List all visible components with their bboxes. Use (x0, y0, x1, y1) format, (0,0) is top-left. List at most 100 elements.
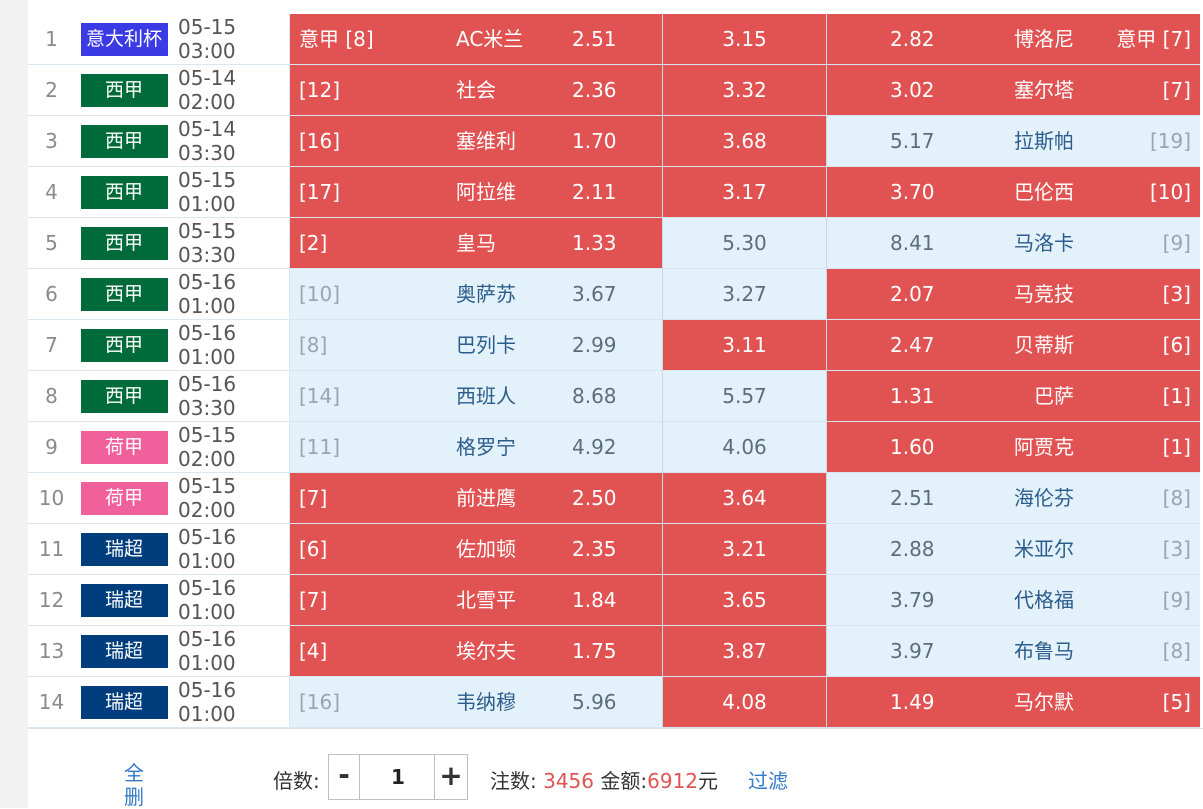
home-win-option[interactable]: [7] 北雪平 1.84 (290, 575, 663, 626)
league-badge[interactable]: 西甲 (80, 379, 168, 413)
home-team: 佐加顿 (456, 537, 516, 561)
league-cell: 西甲 (75, 65, 173, 116)
home-rank: [4] (299, 639, 328, 663)
away-team: 塞尔塔 (1014, 78, 1074, 102)
draw-option[interactable]: 3.15 (663, 14, 827, 65)
row-index: 10 (28, 473, 75, 524)
league-cell: 西甲 (75, 116, 173, 167)
league-badge[interactable]: 瑞超 (80, 634, 168, 668)
row-index: 3 (28, 116, 75, 167)
amount-value: 6912 (647, 769, 699, 793)
away-rank: [19] (1149, 129, 1191, 153)
match-row: 6 西甲 05-16 01:00 [10] 奥萨苏 3.67 3.27 2.07 马竞技 [3] (28, 269, 1203, 320)
league-badge[interactable]: 瑞超 (80, 583, 168, 617)
league-badge[interactable]: 西甲 (80, 328, 168, 362)
draw-option[interactable]: 4.06 (663, 422, 827, 473)
home-win-option[interactable]: [16] 韦纳穆 5.96 (290, 677, 663, 728)
draw-option[interactable]: 3.11 (663, 320, 827, 371)
away-rank: 意甲 [7] (1116, 27, 1191, 51)
delete-all-button[interactable]: 全删 (120, 761, 148, 809)
home-win-option[interactable]: [14] 西班人 8.68 (290, 371, 663, 422)
away-rank: [9] (1162, 231, 1191, 255)
home-win-option[interactable]: [6] 佐加顿 2.35 (290, 524, 663, 575)
league-badge[interactable]: 西甲 (80, 277, 168, 311)
away-team: 巴伦西 (1014, 180, 1074, 204)
away-win-option[interactable]: 2.82 博洛尼 意甲 [7] (827, 14, 1200, 65)
away-win-option[interactable]: 2.07 马竞技 [3] (827, 269, 1200, 320)
row-index: 11 (28, 524, 75, 575)
match-time: 05-16 01:00 (173, 626, 290, 677)
away-team: 马洛卡 (1014, 231, 1074, 255)
home-win-option[interactable]: [17] 阿拉维 2.11 (290, 167, 663, 218)
home-team: 韦纳穆 (456, 690, 516, 714)
away-win-option[interactable]: 3.79 代格福 [9] (827, 575, 1200, 626)
league-badge[interactable]: 荷甲 (80, 430, 168, 464)
away-win-option[interactable]: 1.31 巴萨 [1] (827, 371, 1200, 422)
home-win-option[interactable]: [11] 格罗宁 4.92 (290, 422, 663, 473)
away-win-option[interactable]: 2.47 贝蒂斯 [6] (827, 320, 1200, 371)
match-time: 05-16 03:30 (173, 371, 290, 422)
home-odds: 2.35 (572, 537, 617, 561)
away-team: 巴萨 (1034, 384, 1074, 408)
match-row: 7 西甲 05-16 01:00 [8] 巴列卡 2.99 3.11 2.47 贝蒂斯 [6] (28, 320, 1203, 371)
draw-option[interactable]: 5.30 (663, 218, 827, 269)
away-win-option[interactable]: 3.02 塞尔塔 [7] (827, 65, 1200, 116)
increment-button[interactable]: + (434, 755, 467, 799)
home-team: 格罗宁 (456, 435, 516, 459)
row-index: 6 (28, 269, 75, 320)
home-win-option[interactable]: 意甲 [8] AC米兰 2.51 (290, 14, 663, 65)
league-badge[interactable]: 西甲 (80, 73, 168, 107)
away-win-option[interactable]: 1.49 马尔默 [5] (827, 677, 1200, 728)
away-win-option[interactable]: 3.97 布鲁马 [8] (827, 626, 1200, 677)
home-rank: [2] (299, 231, 328, 255)
draw-option[interactable]: 5.57 (663, 371, 827, 422)
away-win-option[interactable]: 1.60 阿贾克 [1] (827, 422, 1200, 473)
match-time: 05-14 02:00 (173, 65, 290, 116)
draw-option[interactable]: 3.17 (663, 167, 827, 218)
league-badge[interactable]: 瑞超 (80, 532, 168, 566)
draw-option[interactable]: 3.21 (663, 524, 827, 575)
draw-option[interactable]: 3.64 (663, 473, 827, 524)
home-win-option[interactable]: [8] 巴列卡 2.99 (290, 320, 663, 371)
multiplier-input[interactable] (360, 755, 436, 799)
away-win-option[interactable]: 3.70 巴伦西 [10] (827, 167, 1200, 218)
home-odds: 3.67 (572, 282, 617, 306)
home-win-option[interactable]: [16] 塞维利 1.70 (290, 116, 663, 167)
away-win-option[interactable]: 2.51 海伦芬 [8] (827, 473, 1200, 524)
league-cell: 西甲 (75, 218, 173, 269)
filter-link[interactable]: 过滤 (748, 765, 788, 794)
match-row: 9 荷甲 05-15 02:00 [11] 格罗宁 4.92 4.06 1.60 阿贾克 [1] (28, 422, 1203, 473)
home-win-option[interactable]: [2] 皇马 1.33 (290, 218, 663, 269)
draw-option[interactable]: 3.27 (663, 269, 827, 320)
decrement-button[interactable]: - (329, 755, 360, 799)
away-win-option[interactable]: 8.41 马洛卡 [9] (827, 218, 1200, 269)
away-rank: [8] (1162, 639, 1191, 663)
league-badge[interactable]: 意大利杯 (80, 22, 168, 56)
match-time: 05-15 03:00 (173, 14, 290, 65)
away-win-option[interactable]: 2.88 米亚尔 [3] (827, 524, 1200, 575)
home-team: 塞维利 (456, 129, 516, 153)
away-rank: [7] (1162, 78, 1191, 102)
league-badge[interactable]: 荷甲 (80, 481, 168, 515)
draw-option[interactable]: 3.32 (663, 65, 827, 116)
home-win-option[interactable]: [4] 埃尔夫 1.75 (290, 626, 663, 677)
league-badge[interactable]: 西甲 (80, 124, 168, 158)
draw-option[interactable]: 3.68 (663, 116, 827, 167)
away-odds: 2.07 (890, 282, 935, 306)
league-badge[interactable]: 瑞超 (80, 685, 168, 719)
league-badge[interactable]: 西甲 (80, 226, 168, 260)
league-badge[interactable]: 西甲 (80, 175, 168, 209)
match-time: 05-15 03:30 (173, 218, 290, 269)
row-index: 1 (28, 14, 75, 65)
home-win-option[interactable]: [12] 社会 2.36 (290, 65, 663, 116)
draw-option[interactable]: 3.87 (663, 626, 827, 677)
home-win-option[interactable]: [10] 奥萨苏 3.67 (290, 269, 663, 320)
draw-option[interactable]: 3.65 (663, 575, 827, 626)
away-win-option[interactable]: 5.17 拉斯帕 [19] (827, 116, 1200, 167)
home-win-option[interactable]: [7] 前进鹰 2.50 (290, 473, 663, 524)
match-time: 05-16 01:00 (173, 524, 290, 575)
away-odds: 2.82 (890, 27, 935, 51)
draw-option[interactable]: 4.08 (663, 677, 827, 728)
league-cell: 瑞超 (75, 626, 173, 677)
match-time: 05-14 03:30 (173, 116, 290, 167)
